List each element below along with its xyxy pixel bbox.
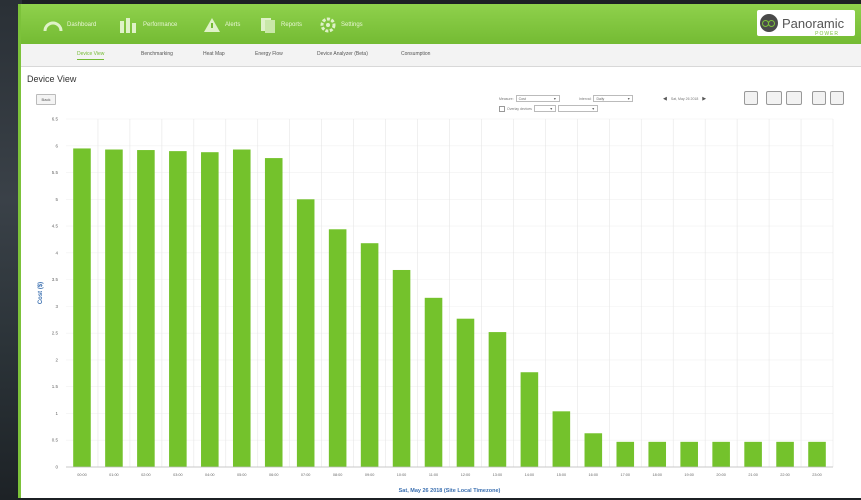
x-tick-label: 14:00 xyxy=(525,473,535,477)
cost-bar xyxy=(392,269,411,467)
cost-bar xyxy=(552,411,571,467)
cost-bar xyxy=(201,152,219,467)
y-tick-label: 0 xyxy=(55,465,58,470)
x-tick-label: 13:00 xyxy=(493,473,503,477)
x-tick-label: 21:00 xyxy=(748,473,758,477)
y-tick-label: 5 xyxy=(55,197,58,202)
x-tick-label: 04:00 xyxy=(205,473,215,477)
cost-bar xyxy=(264,158,283,468)
x-tick-label: 05:00 xyxy=(237,473,247,477)
x-tick-label: 22:00 xyxy=(780,473,790,477)
cost-bar xyxy=(232,149,251,468)
x-tick-label: 15:00 xyxy=(557,473,567,477)
x-tick-label: 02:00 xyxy=(141,473,151,477)
cost-bar xyxy=(520,372,539,467)
cost-bar xyxy=(328,229,347,467)
x-tick-label: 23:00 xyxy=(812,473,822,477)
y-tick-label: 3.5 xyxy=(52,277,59,282)
cost-bar xyxy=(680,441,698,467)
x-tick-label: 06:00 xyxy=(269,473,279,477)
cost-bar xyxy=(776,441,794,467)
cost-bar xyxy=(360,243,379,467)
y-tick-label: 6.5 xyxy=(52,117,59,122)
cost-bar xyxy=(648,441,667,467)
y-tick-label: 1 xyxy=(55,411,58,416)
x-tick-label: 10:00 xyxy=(397,473,407,477)
x-tick-label: 19:00 xyxy=(684,473,694,477)
cost-bar xyxy=(488,332,507,467)
cost-bar xyxy=(424,297,443,467)
y-tick-label: 0.5 xyxy=(52,438,59,443)
x-tick-label: 12:00 xyxy=(461,473,471,477)
cost-bar xyxy=(616,441,635,467)
x-tick-label: 07:00 xyxy=(301,473,311,477)
y-tick-label: 2.5 xyxy=(52,331,59,336)
cost-bar xyxy=(808,441,826,467)
y-tick-label: 4.5 xyxy=(52,224,59,229)
y-tick-label: 4 xyxy=(55,250,58,255)
x-tick-label: 16:00 xyxy=(589,473,599,477)
x-tick-label: 11:00 xyxy=(429,473,438,477)
cost-bar xyxy=(105,149,123,468)
y-tick-label: 6 xyxy=(55,143,58,148)
x-tick-label: 01:00 xyxy=(109,473,119,477)
cost-bar xyxy=(744,441,762,467)
x-tick-label: 08:00 xyxy=(333,473,343,477)
x-tick-label: 20:00 xyxy=(716,473,726,477)
cost-bar-chart: 0 0.5 1 1.5 2 2.5 3 3.5 4 4.5 5 5.5 6 6.5 Cost ($) 00:0… xyxy=(38,117,834,494)
y-tick-label: 1.5 xyxy=(52,384,59,389)
cost-bar xyxy=(73,148,91,467)
cost-bar xyxy=(169,151,187,467)
cost-bar xyxy=(712,441,730,467)
x-tick-label: 17:00 xyxy=(621,473,631,477)
y-axis-label: Cost ($) xyxy=(38,282,44,304)
x-tick-label: 03:00 xyxy=(173,473,183,477)
y-tick-label: 5.5 xyxy=(52,170,59,175)
x-tick-label: 09:00 xyxy=(365,473,375,477)
y-tick-label: 2 xyxy=(55,357,58,362)
cost-bar xyxy=(296,199,315,468)
cost-bar xyxy=(137,150,155,467)
cost-bar xyxy=(456,318,475,467)
x-axis-label: Sat, May 26 2018 (Site Local Timezone) xyxy=(399,488,501,494)
y-tick-label: 3 xyxy=(55,304,58,309)
x-tick-label: 18:00 xyxy=(652,473,662,477)
x-tick-label: 00:00 xyxy=(77,473,87,477)
cost-bar xyxy=(584,433,603,467)
